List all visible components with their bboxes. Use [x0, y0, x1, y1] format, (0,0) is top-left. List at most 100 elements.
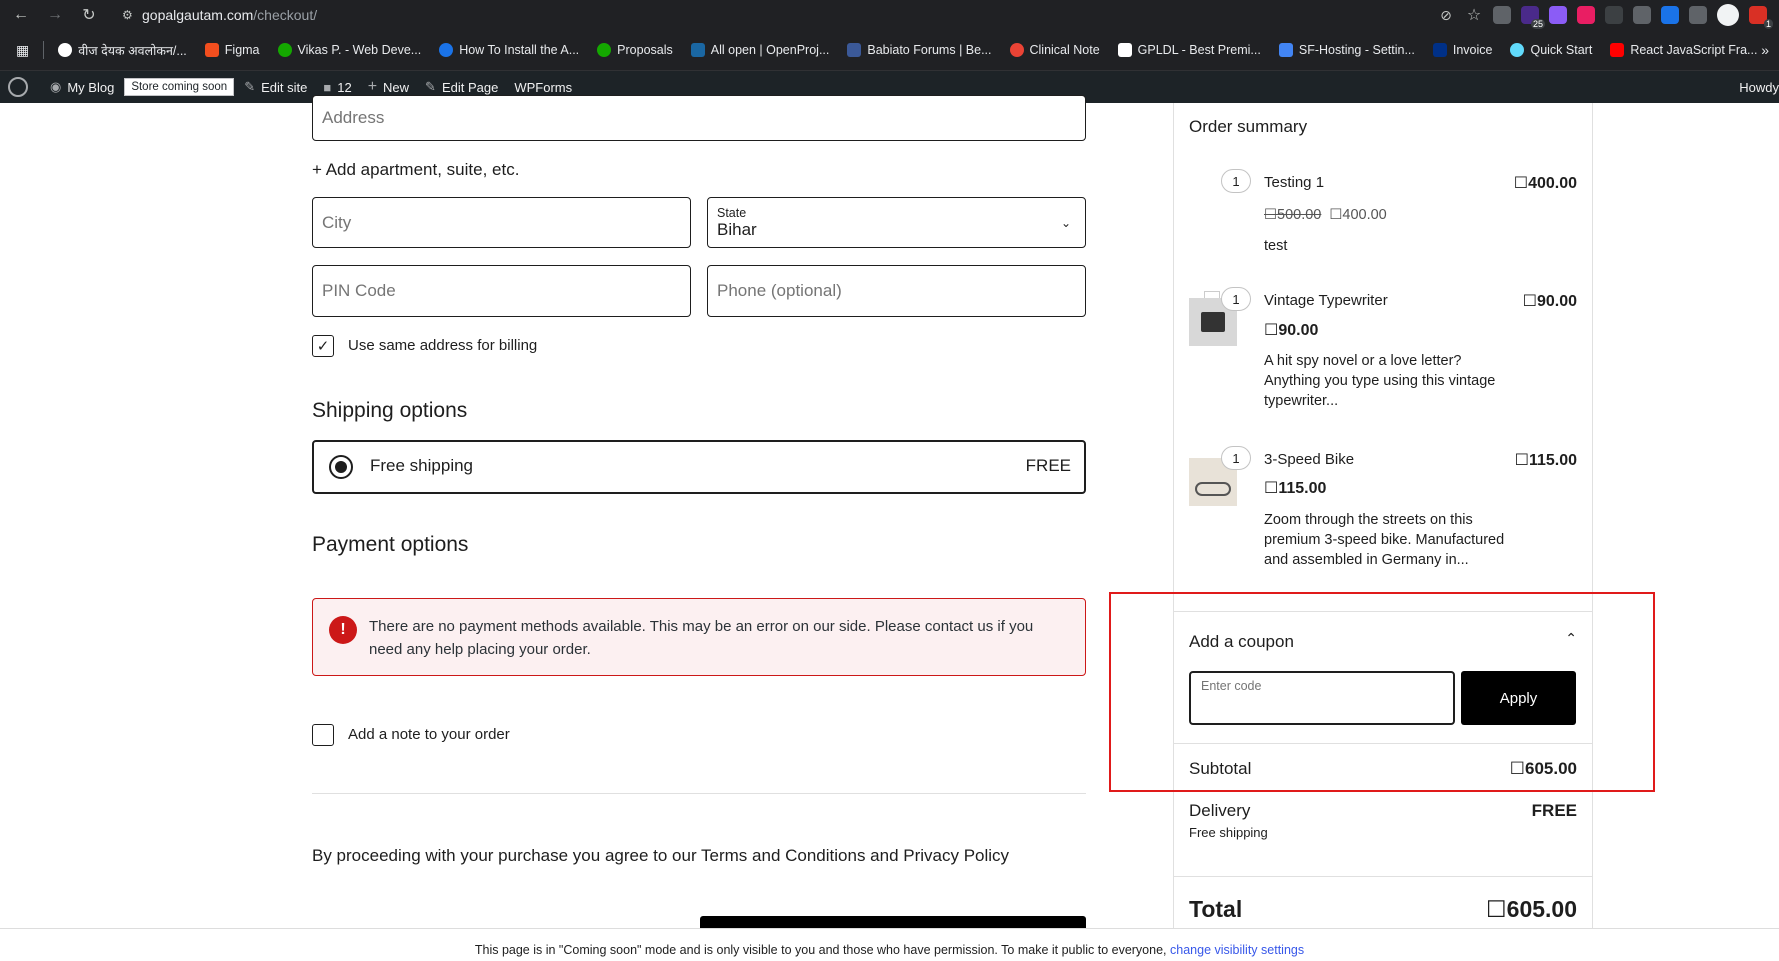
- add-note-label: Add a note to your order: [348, 726, 510, 743]
- same-billing-checkbox[interactable]: ✓: [312, 335, 334, 357]
- recycle-extension-icon[interactable]: [1605, 6, 1623, 24]
- pen-extension-icon[interactable]: [1549, 6, 1567, 24]
- new-content-link[interactable]: + New: [368, 78, 409, 96]
- notification-extension-icon[interactable]: 1: [1749, 6, 1773, 29]
- address-bar[interactable]: ⚙ gopalgautam.com/checkout/: [122, 2, 1382, 28]
- bookmark-label: React JavaScript Fra...: [1630, 43, 1758, 57]
- bookmark-label: Quick Start: [1530, 43, 1593, 57]
- pin-code-field[interactable]: PIN Code: [312, 265, 691, 317]
- dashboard-icon: ◉: [50, 79, 62, 94]
- extension-badge: 25: [1530, 19, 1545, 29]
- react-icon: [1510, 43, 1525, 57]
- forward-icon[interactable]: →: [43, 3, 67, 27]
- visibility-settings-link[interactable]: change visibility settings: [1170, 943, 1304, 957]
- product-name[interactable]: Vintage Typewriter: [1264, 292, 1388, 309]
- extensions-area: ⊘ ☆ 25 1: [1437, 3, 1779, 29]
- city-field[interactable]: City: [312, 197, 691, 248]
- pencil-icon: ✎: [425, 79, 436, 94]
- more-bookmarks-icon[interactable]: »: [1761, 42, 1769, 58]
- comments-link[interactable]: ■ 12: [323, 80, 351, 95]
- state-value: Bihar: [717, 219, 757, 239]
- shipping-radio[interactable]: [329, 455, 353, 479]
- bookmark-label: Invoice: [1452, 43, 1493, 57]
- product-price-row: ☐500.00 ☐400.00: [1264, 205, 1514, 225]
- security-extension-icon[interactable]: [1689, 6, 1707, 24]
- order-summary-heading: Order summary: [1189, 117, 1308, 136]
- product-description: A hit spy novel or a love letter? Anythi…: [1264, 353, 1496, 409]
- radio-selected-dot: [335, 461, 347, 473]
- wordpress-logo-icon[interactable]: [8, 77, 28, 97]
- payment-options-heading: Payment options: [312, 533, 469, 556]
- bookmark-item[interactable]: How To Install the A...: [439, 43, 579, 57]
- bookmark-label: Clinical Note: [1029, 43, 1100, 57]
- gpldl-icon: [1117, 43, 1132, 57]
- coming-soon-notice: This page is in "Coming soon" mode and i…: [0, 928, 1779, 961]
- howdy-account-menu[interactable]: Howdy: [1739, 80, 1779, 95]
- bookmark-item[interactable]: Babiato Forums | Be...: [847, 43, 992, 57]
- color-extension-icon[interactable]: [1577, 6, 1595, 24]
- camera-extension-icon[interactable]: [1493, 6, 1511, 24]
- section-divider: [312, 793, 1086, 794]
- add-note-checkbox[interactable]: [312, 724, 334, 746]
- bookmark-item[interactable]: SF-Hosting - Settin...: [1278, 43, 1415, 57]
- wpforms-link[interactable]: WPForms: [514, 80, 572, 95]
- edit-site-link[interactable]: ✎ Edit site: [244, 79, 307, 95]
- eye-off-icon[interactable]: ⊘: [1437, 6, 1455, 24]
- bookmark-item[interactable]: GPLDL - Best Premi...: [1117, 43, 1261, 57]
- state-select[interactable]: State Bihar ⌄: [707, 197, 1086, 248]
- payment-error-text: There are no payment methods available. …: [369, 618, 1034, 658]
- state-label: State: [717, 205, 747, 220]
- my-blog-link[interactable]: ◉ My Blog: [50, 79, 114, 95]
- bookmark-item[interactable]: Figma: [204, 43, 260, 57]
- bookmark-item[interactable]: Invoice: [1432, 43, 1493, 57]
- product-total-price: ☐400.00: [1513, 175, 1577, 192]
- bookmark-item[interactable]: वीज देयक अवलोकन/...: [58, 42, 187, 59]
- reload-icon[interactable]: ↻: [77, 3, 101, 27]
- translate-extension-icon[interactable]: [1661, 6, 1679, 24]
- apps-grid-icon[interactable]: ▦: [16, 42, 29, 59]
- bookmark-label: GPLDL - Best Premi...: [1137, 43, 1261, 57]
- phone-field[interactable]: Phone (optional): [707, 265, 1086, 317]
- profile-avatar[interactable]: [1717, 4, 1739, 26]
- total-value: ☐605.00: [1486, 896, 1577, 922]
- delivery-method: Free shipping: [1189, 825, 1268, 840]
- bookmark-label: Proposals: [617, 43, 673, 57]
- bookmark-item[interactable]: React JavaScript Fra...: [1610, 43, 1757, 57]
- star-icon[interactable]: ☆: [1465, 6, 1483, 24]
- bookmark-label: Vikas P. - Web Deve...: [297, 43, 422, 57]
- bookmark-item[interactable]: Proposals: [597, 43, 673, 57]
- product-name[interactable]: 3-Speed Bike: [1264, 451, 1354, 468]
- new-label: New: [383, 79, 410, 95]
- free-shipping-option[interactable]: Free shipping FREE: [312, 440, 1086, 494]
- bookmark-label: How To Install the A...: [459, 43, 580, 57]
- product-total-price: ☐115.00: [1514, 452, 1577, 469]
- site-info-icon[interactable]: ⚙: [122, 8, 142, 22]
- summary-separator: [1174, 876, 1592, 877]
- calendar-extension-icon[interactable]: 25: [1521, 6, 1545, 29]
- bookmark-item[interactable]: Quick Start: [1510, 43, 1592, 57]
- url-path: /checkout/: [253, 7, 318, 23]
- chevron-down-icon: ⌄: [1060, 216, 1071, 230]
- back-icon[interactable]: ←: [9, 3, 33, 27]
- bookmark-label: वीज देयक अवलोकन/...: [78, 43, 187, 58]
- original-price: ☐500.00: [1264, 207, 1322, 223]
- shield-extension-icon[interactable]: [1633, 6, 1651, 24]
- phone-placeholder: Phone (optional): [717, 281, 842, 300]
- store-status[interactable]: Store coming soon: [124, 78, 235, 96]
- bookmark-item[interactable]: All open | OpenProj...: [690, 43, 829, 57]
- product-name[interactable]: Testing 1: [1264, 174, 1324, 191]
- product-total-price: ☐90.00: [1522, 293, 1577, 310]
- upwork-icon: [277, 43, 292, 57]
- youtube-icon: [1610, 43, 1625, 57]
- bookmark-item[interactable]: Clinical Note: [1009, 43, 1100, 57]
- product-description: test: [1264, 238, 1288, 254]
- shipping-option-price: FREE: [1025, 456, 1071, 475]
- shipping-option-label: Free shipping: [370, 456, 474, 475]
- brush-icon: ✎: [244, 79, 256, 94]
- address-field[interactable]: Address: [312, 95, 1086, 141]
- bookmarks-bar: ▦ वीज देयक अवलोकन/... Figma Vikas P. - W…: [0, 30, 1779, 71]
- same-billing-label: Use same address for billing: [348, 337, 538, 354]
- bookmark-item[interactable]: Vikas P. - Web Deve...: [277, 43, 422, 57]
- edit-page-link[interactable]: ✎ Edit Page: [425, 79, 498, 95]
- add-apartment-link[interactable]: + Add apartment, suite, etc.: [312, 160, 519, 180]
